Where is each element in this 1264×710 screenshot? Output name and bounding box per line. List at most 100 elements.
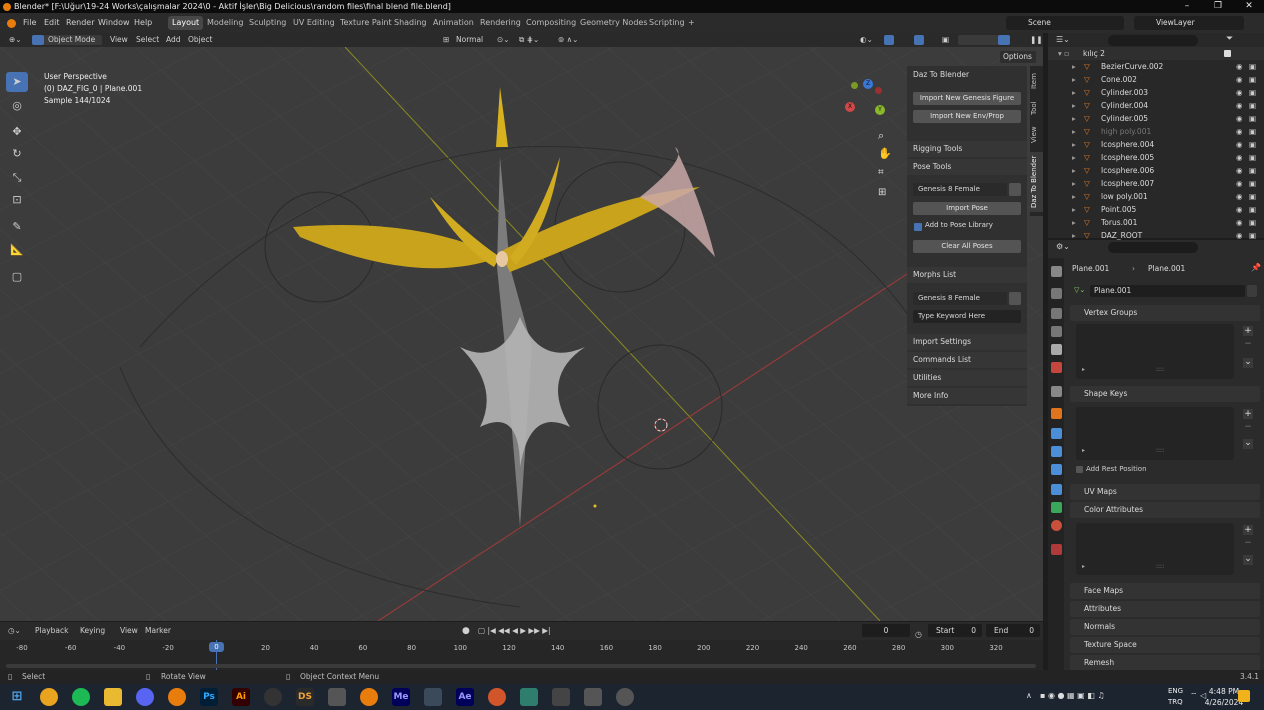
remesh-section[interactable]: Remesh	[1070, 655, 1260, 671]
expand-icon[interactable]: ▸	[1072, 112, 1076, 125]
playback-controls[interactable]: ▢ |◀ ◀◀ ◀ ▶ ▶▶ ▶|	[478, 622, 551, 640]
tab-modeling[interactable]: Modeling	[203, 16, 247, 30]
tab-view[interactable]: View	[1030, 124, 1043, 146]
list-resize-grip[interactable]: ::::	[1156, 563, 1164, 570]
3d-viewport[interactable]: User Perspective (0) DAZ_FIG_0 | Plane.0…	[0, 47, 1043, 621]
visibility-eye-icon[interactable]: ◉	[1236, 216, 1243, 229]
keyword-search-input[interactable]: Type Keyword Here	[913, 310, 1021, 323]
object-tab-icon[interactable]	[1051, 408, 1062, 419]
visibility-eye-icon[interactable]: ◉	[1236, 190, 1243, 203]
morphs-list-section[interactable]: Morphs List	[907, 267, 1027, 283]
shape-key-menu-icon[interactable]: ⌄	[1243, 439, 1253, 449]
rendered-shading-icon[interactable]	[998, 35, 1010, 45]
blender-menu-icon[interactable]	[7, 19, 16, 28]
mesh-name-field[interactable]: Plane.001	[1090, 285, 1245, 297]
import-genesis-figure-button[interactable]: Import New Genesis Figure	[913, 92, 1021, 105]
render-camera-icon[interactable]: ▣	[1249, 190, 1256, 203]
list-item[interactable]: ▸ ▽ Torus.001 ◉ ▣	[1048, 216, 1264, 229]
timeline-scrollbar[interactable]	[6, 664, 1036, 668]
list-item[interactable]: ▸ ▽ high poly.001 ◉ ▣	[1048, 125, 1264, 138]
texture-tab-icon[interactable]	[1051, 544, 1062, 555]
z-axis-handle[interactable]: Z	[863, 79, 873, 89]
app-icon-5[interactable]	[616, 688, 634, 706]
tab-tool[interactable]: Tool	[1030, 98, 1043, 118]
list-item[interactable]: ▸ ▽ Cylinder.004 ◉ ▣	[1048, 99, 1264, 112]
neg-y-handle[interactable]	[851, 82, 858, 89]
properties-search-input[interactable]	[1108, 242, 1198, 253]
view-layer-selector[interactable]: ViewLayer	[1134, 16, 1244, 30]
tab-geometry-nodes[interactable]: Geometry Nodes	[576, 16, 651, 30]
visibility-eye-icon[interactable]: ◉	[1236, 112, 1243, 125]
expand-icon[interactable]: ▸	[1072, 99, 1076, 112]
editor-type-icon[interactable]: ⊕⌄	[9, 33, 22, 47]
cursor-tool-icon[interactable]: ◎	[6, 96, 28, 116]
render-camera-icon[interactable]: ▣	[1249, 203, 1256, 216]
expand-icon[interactable]: ▸	[1072, 125, 1076, 138]
import-settings-section[interactable]: Import Settings	[907, 334, 1027, 350]
tab-item[interactable]: Item	[1030, 70, 1043, 92]
notification-icon[interactable]	[1238, 690, 1250, 702]
list-expand-icon[interactable]: ▸	[1082, 563, 1085, 570]
list-item[interactable]: ▸ ▽ Cylinder.005 ◉ ▣	[1048, 112, 1264, 125]
close-button[interactable]: ✕	[1234, 0, 1264, 13]
visibility-eye-icon[interactable]: ◉	[1236, 203, 1243, 216]
zbrush-icon[interactable]	[424, 688, 442, 706]
tab-sculpting[interactable]: Sculpting	[245, 16, 290, 30]
fake-user-icon[interactable]	[1247, 285, 1257, 297]
frame-start-field[interactable]: Start 0	[928, 624, 982, 637]
remove-vertex-group-button[interactable]: −	[1243, 340, 1253, 349]
visibility-icon[interactable]: ◐⌄	[860, 33, 873, 47]
select-box-icon[interactable]	[32, 35, 44, 45]
menu-select[interactable]: Select	[136, 33, 159, 47]
pose-figure-select[interactable]: Genesis 8 Female	[913, 183, 1007, 196]
scene-tab-icon[interactable]	[1051, 344, 1062, 355]
tab-uv-editing[interactable]: UV Editing	[289, 16, 339, 30]
list-expand-icon[interactable]: ▸	[1082, 366, 1085, 373]
utilities-section[interactable]: Utilities	[907, 370, 1027, 386]
timeline-editor-icon[interactable]: ◷⌄	[8, 622, 21, 640]
render-camera-icon[interactable]: ▣	[1249, 99, 1256, 112]
modifier-tab-icon[interactable]	[1051, 428, 1062, 439]
commands-list-section[interactable]: Commands List	[907, 352, 1027, 368]
photoshop-icon[interactable]: Ps	[200, 688, 218, 706]
material-tab-icon[interactable]	[1051, 520, 1062, 531]
current-frame-field[interactable]: 0	[862, 624, 910, 637]
outliner-search-input[interactable]	[1108, 35, 1198, 46]
record-icon[interactable]: ●	[462, 622, 470, 640]
tab-scripting[interactable]: Scripting	[645, 16, 689, 30]
region-indicator[interactable]: TRQ	[1168, 698, 1183, 706]
add-workspace-button[interactable]: +	[684, 16, 699, 30]
file-explorer-icon[interactable]	[104, 688, 122, 706]
list-item[interactable]: ▸ ▽ Icosphere.005 ◉ ▣	[1048, 151, 1264, 164]
visibility-eye-icon[interactable]: ◉	[1236, 73, 1243, 86]
tab-texture-paint[interactable]: Texture Paint	[336, 16, 396, 30]
outliner-editor-icon[interactable]: ☰⌄	[1056, 35, 1070, 44]
illustrator-icon[interactable]: Ai	[232, 688, 250, 706]
pause-icon[interactable]: ❚❚	[1030, 33, 1043, 47]
timeline-area[interactable]: -80 -60 -40 -20 0 20 40 60 80 100 120 140 160 180 200 2…	[0, 640, 1043, 670]
expand-icon[interactable]: ▸	[1072, 138, 1076, 151]
filter-icon[interactable]: ⏷	[1226, 34, 1233, 44]
visibility-eye-icon[interactable]: ◉	[1236, 138, 1243, 151]
options-dropdown[interactable]: Options	[1000, 51, 1036, 63]
mesh-data-tab-icon[interactable]	[1051, 502, 1062, 513]
system-tray-icons[interactable]: ▪ ◉ ● ▦ ▣ ◧ ♫	[1040, 691, 1150, 701]
annotate-tool-icon[interactable]: ✎	[6, 217, 28, 237]
list-expand-icon[interactable]: ▸	[1082, 447, 1085, 454]
menu-add[interactable]: Add	[166, 33, 181, 47]
list-item[interactable]: ▸ ▽ Icosphere.007 ◉ ▣	[1048, 177, 1264, 190]
add-color-attribute-button[interactable]: +	[1243, 525, 1253, 535]
menu-playback[interactable]: Playback	[35, 622, 68, 640]
mode-dropdown[interactable]: Object Mode	[44, 35, 102, 45]
blender-taskbar-icon[interactable]	[168, 688, 186, 706]
orientation-icon[interactable]: ⊞	[443, 33, 449, 47]
add-cube-tool-icon[interactable]: ▢	[6, 267, 28, 287]
windows-start-icon[interactable]: ⊞	[8, 688, 26, 706]
maximize-button[interactable]: ❐	[1203, 0, 1233, 13]
rigging-tools-section[interactable]: Rigging Tools	[907, 141, 1027, 157]
list-item[interactable]: ▸ ▽ Cone.002 ◉ ▣	[1048, 73, 1264, 86]
vertex-group-menu-icon[interactable]: ⌄	[1243, 358, 1253, 368]
add-shape-key-button[interactable]: +	[1243, 409, 1253, 419]
media-encoder-icon[interactable]: Me	[392, 688, 410, 706]
render-camera-icon[interactable]: ▣	[1249, 112, 1256, 125]
